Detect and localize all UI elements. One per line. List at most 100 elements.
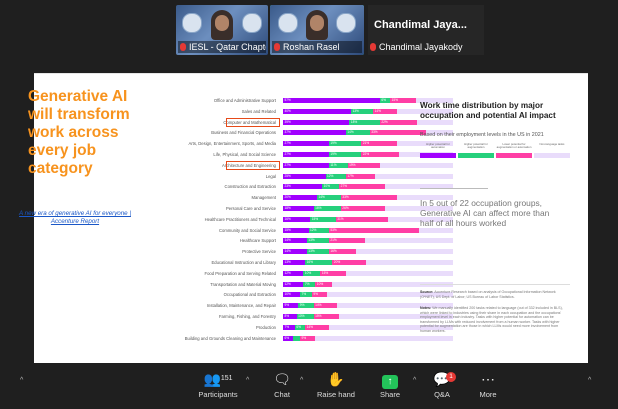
participants-options-caret[interactable]: ^	[246, 377, 249, 384]
bar-value-label: 20%	[284, 195, 291, 200]
tile-name: IESL - Qatar Chapter	[189, 42, 266, 52]
bar-value-label: 12%	[310, 227, 317, 232]
bar-value-label: 19%	[330, 152, 337, 156]
bar-value-label: 14%	[347, 130, 354, 135]
bar-segment	[340, 195, 397, 201]
bar-segment	[328, 227, 419, 233]
chart-row: Farming, Fishing, and Forestry 8% 10% 15%	[142, 313, 457, 320]
legend-label: Higher potential for automation	[426, 142, 450, 150]
org-logo-icon	[278, 13, 298, 33]
bar-value-label: 57%	[284, 98, 291, 102]
expand-icon[interactable]: ^	[588, 377, 591, 384]
report-link[interactable]: A new era of generative AI for everyone …	[16, 210, 134, 226]
bar-value-label: 53%	[330, 227, 337, 232]
bar-value-label: 9%	[284, 303, 290, 308]
chart-row: Building and Grounds Cleaning and Mainte…	[142, 335, 457, 342]
raise-hand-icon: ✋	[327, 371, 345, 387]
bar-value-label: 12%	[284, 270, 291, 275]
bar-value-label: 18%	[284, 206, 291, 210]
chart-row: Transportation and Material Moving 12% 7% 1…	[142, 281, 457, 288]
bar-value-label: 21%	[362, 141, 370, 146]
chart-row: Architecture and Engineering 27% 11% 19%	[142, 160, 457, 170]
video-tile-roshan[interactable]: Roshan Rasel	[270, 5, 364, 55]
bar-value-label: 14%	[284, 249, 291, 254]
bar-segment	[293, 335, 300, 341]
legend-label: Non-language tasks	[539, 142, 565, 146]
bar-value-label: 23%	[284, 184, 291, 189]
bar-value-label: 25%	[284, 173, 291, 178]
chart-category-label: Personal Care and Service	[225, 206, 276, 211]
share-screen-icon: ↑	[382, 375, 398, 389]
chat-button[interactable]: 🗨 Chat	[252, 370, 312, 408]
share-button[interactable]: ↑ Share	[360, 370, 420, 408]
bar-value-label: 15%	[321, 270, 329, 275]
bar-value-label: 15%	[315, 314, 322, 318]
mic-muted-icon	[180, 43, 186, 51]
participants-button[interactable]: 👥151 Participants	[188, 370, 248, 408]
chart-bar: 6% 9%	[283, 335, 453, 341]
chart-subtitle: Based on their employment levels in the …	[420, 132, 544, 138]
chart-row: Office and Administrative Support 57% 6% 15…	[142, 97, 457, 104]
highlight-box	[226, 117, 280, 127]
bar-value-label: 9%	[301, 335, 307, 340]
chart-category-label: Food Preparation and Serving Related	[204, 270, 276, 276]
org-logo-icon	[336, 13, 356, 33]
bar-value-label: 10%	[284, 292, 291, 297]
raise-hand-button[interactable]: ✋ Raise hand	[306, 370, 366, 408]
chart-bar: 15% 12% 53%	[283, 227, 453, 233]
bar-segment	[379, 162, 453, 168]
more-button[interactable]: ⋯ More	[458, 370, 518, 408]
video-tile-chandimal[interactable]: Chandimal Jaya... Chandimal Jayakody	[368, 5, 484, 55]
chart-legend: Higher potential for automation Higher po…	[420, 142, 580, 158]
stacked-bar-chart: Office and Administrative Support 57% 6% 15…	[142, 97, 457, 357]
bar-value-label: 11%	[330, 162, 337, 167]
highlight-box	[226, 160, 280, 170]
chart-category-label: Community and Social Service	[218, 227, 276, 233]
tile-name: Chandimal Jayakody	[379, 42, 463, 52]
bar-value-label: 22%	[381, 119, 388, 124]
slide-headline: Generative AI will transform work across…	[28, 88, 130, 177]
chart-category-label: Life, Physical, and Social Science	[213, 152, 276, 157]
bar-segment	[417, 119, 453, 125]
bar-value-label: 12%	[327, 173, 334, 178]
bar-value-label: 20%	[333, 260, 341, 264]
bar-value-label: 14%	[315, 303, 322, 308]
chart-row: Management 20% 14% 33%	[142, 194, 457, 201]
bar-value-label: 40%	[284, 108, 291, 113]
bar-segment	[419, 227, 453, 233]
video-tile-iesl[interactable]: IESL - Qatar Chapter	[176, 5, 268, 55]
legend-label: Higher potential for augmentation	[464, 142, 488, 150]
bar-value-label: 15%	[311, 216, 319, 221]
chart-bar: 25% 12% 17%	[283, 173, 453, 179]
chart-row: Arts, Design, Entertainment, Sports, and…	[142, 140, 457, 147]
qa-badge: 1	[446, 372, 456, 382]
chart-category-label: Business and Financial Operations	[211, 130, 276, 136]
chart-category-label: Building and Grounds Cleaning and Mainte…	[184, 335, 276, 341]
bar-value-label: 17%	[347, 173, 354, 178]
key-stat: In 5 out of 22 occupation groups, Genera…	[420, 198, 550, 228]
legend-swatch	[534, 153, 570, 158]
bar-value-label: 26%	[342, 206, 349, 210]
bar-segment	[364, 238, 453, 244]
bar-value-label: 14%	[374, 108, 381, 113]
collapse-toolbar-icon[interactable]: ^	[20, 377, 23, 384]
bar-segment	[345, 270, 453, 276]
bar-value-label: 16%	[330, 249, 337, 254]
bar-value-label: 10%	[323, 184, 330, 189]
chart-title: Work time distribution by major occupati…	[420, 101, 556, 120]
chart-category-label: Protective Service	[242, 249, 276, 255]
bar-value-label: 31%	[337, 216, 344, 221]
chart-category-label: Educational Instruction and Library	[211, 260, 276, 265]
divider	[420, 284, 570, 285]
divider	[420, 188, 488, 189]
chart-bar: 14% 13% 16%	[283, 249, 453, 255]
legend-swatch	[458, 153, 494, 158]
chart-category-label: Installation, Maintenance, and Repair	[206, 303, 276, 309]
bar-segment	[283, 130, 346, 136]
bar-value-label: 16%	[284, 216, 291, 221]
chart-row: Food Preparation and Serving Related 12% 1…	[142, 270, 457, 277]
bar-value-label: 10%	[316, 281, 324, 286]
bar-value-label: 9%	[299, 303, 305, 308]
chat-options-caret[interactable]: ^	[300, 377, 303, 384]
source-note: Source: Accenture Research based on anal…	[420, 290, 556, 299]
